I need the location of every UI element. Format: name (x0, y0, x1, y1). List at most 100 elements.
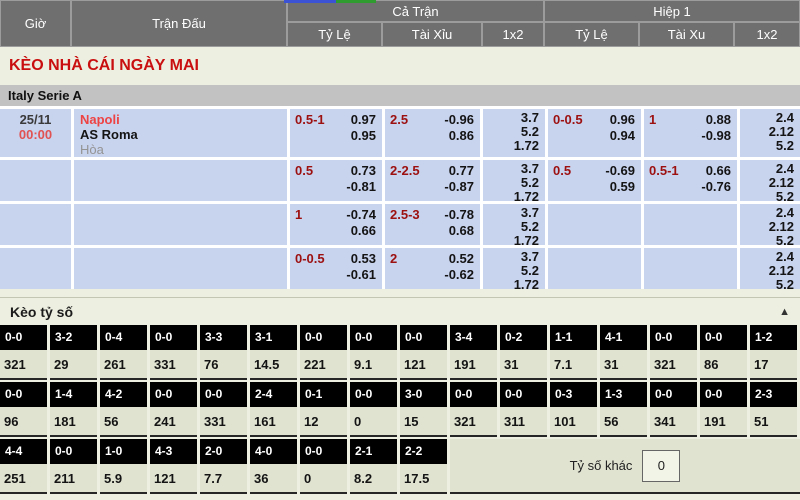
score-label[interactable]: 0-1 (300, 382, 347, 407)
ft-handicap-cell[interactable]: 1-0.740.66 (290, 204, 382, 245)
h1-1x2-cell[interactable]: 2.42.125.2 (740, 160, 800, 201)
score-odds[interactable]: 321 (650, 350, 697, 380)
h1-overunder-cell[interactable]: 0.5-10.66-0.76 (644, 160, 737, 201)
score-odds[interactable]: 241 (150, 407, 197, 437)
ft-handicap-cell[interactable]: 0.50.73-0.81 (290, 160, 382, 201)
ft-overunder-cell[interactable]: 20.52-0.62 (385, 248, 480, 289)
ft-handicap-cell[interactable]: 0.5-10.970.95 (290, 109, 382, 157)
score-label[interactable]: 3-2 (50, 325, 97, 350)
score-odds[interactable]: 29 (50, 350, 97, 380)
score-odds[interactable]: 8.2 (350, 464, 397, 494)
score-label[interactable]: 4-0 (250, 439, 297, 464)
score-odds[interactable]: 161 (250, 407, 297, 437)
score-label[interactable]: 4-2 (100, 382, 147, 407)
h1-handicap-cell[interactable]: 0-0.50.960.94 (548, 109, 641, 157)
score-odds[interactable]: 321 (450, 407, 497, 437)
score-odds[interactable]: 0 (350, 407, 397, 437)
score-label[interactable]: 0-0 (650, 382, 697, 407)
h1-1x2-cell[interactable]: 2.42.125.2 (740, 204, 800, 245)
score-odds[interactable]: 181 (50, 407, 97, 437)
score-odds[interactable]: 31 (500, 350, 547, 380)
score-odds[interactable]: 321 (0, 350, 47, 380)
ft-overunder-cell[interactable]: 2.5-0.960.86 (385, 109, 480, 157)
score-odds[interactable]: 17 (750, 350, 797, 380)
score-label[interactable]: 4-1 (600, 325, 647, 350)
score-label[interactable]: 3-0 (400, 382, 447, 407)
score-label[interactable]: 0-0 (700, 325, 747, 350)
score-label[interactable]: 0-0 (350, 382, 397, 407)
score-label[interactable]: 0-2 (500, 325, 547, 350)
ft-overunder-cell[interactable]: 2-2.50.77-0.87 (385, 160, 480, 201)
score-odds[interactable]: 51 (750, 407, 797, 437)
score-label[interactable]: 0-0 (0, 325, 47, 350)
score-odds[interactable]: 261 (100, 350, 147, 380)
ft-1x2-cell[interactable]: 3.75.21.72 (483, 160, 545, 201)
score-odds[interactable]: 7.7 (200, 464, 247, 494)
score-odds[interactable]: 101 (550, 407, 597, 437)
score-label[interactable]: 1-1 (550, 325, 597, 350)
score-label[interactable]: 2-1 (350, 439, 397, 464)
score-label[interactable]: 0-0 (700, 382, 747, 407)
score-odds[interactable]: 56 (600, 407, 647, 437)
h1-handicap-cell[interactable] (548, 248, 641, 289)
score-label[interactable]: 0-0 (50, 439, 97, 464)
ft-1x2-cell[interactable]: 3.75.21.72 (483, 204, 545, 245)
score-label[interactable]: 3-4 (450, 325, 497, 350)
score-label[interactable]: 3-3 (200, 325, 247, 350)
score-odds[interactable]: 9.1 (350, 350, 397, 380)
score-odds[interactable]: 341 (650, 407, 697, 437)
score-odds[interactable]: 31 (600, 350, 647, 380)
score-label[interactable]: 0-0 (450, 382, 497, 407)
score-odds[interactable]: 221 (300, 350, 347, 380)
score-odds[interactable]: 211 (50, 464, 97, 494)
h1-overunder-cell[interactable]: 10.88-0.98 (644, 109, 737, 157)
score-label[interactable]: 0-0 (150, 325, 197, 350)
score-odds[interactable]: 12 (300, 407, 347, 437)
score-odds[interactable]: 17.5 (400, 464, 447, 494)
score-label[interactable]: 2-0 (200, 439, 247, 464)
collapse-arrow-icon[interactable]: ▲ (779, 306, 790, 318)
h1-handicap-cell[interactable] (548, 204, 641, 245)
score-odds[interactable]: 15 (400, 407, 447, 437)
score-label[interactable]: 2-4 (250, 382, 297, 407)
score-label[interactable]: 4-4 (0, 439, 47, 464)
score-label[interactable]: 1-4 (50, 382, 97, 407)
score-label[interactable]: 0-0 (400, 325, 447, 350)
score-label[interactable]: 2-2 (400, 439, 447, 464)
score-odds[interactable]: 191 (450, 350, 497, 380)
score-odds[interactable]: 7.1 (550, 350, 597, 380)
score-odds[interactable]: 86 (700, 350, 747, 380)
h1-1x2-cell[interactable]: 2.42.125.2 (740, 109, 800, 157)
score-section-header[interactable]: Kèo tỷ số ▲ (0, 297, 800, 325)
ft-overunder-cell[interactable]: 2.5-3-0.780.68 (385, 204, 480, 245)
score-label[interactable]: 1-0 (100, 439, 147, 464)
score-odds[interactable]: 311 (500, 407, 547, 437)
score-label[interactable]: 0-0 (350, 325, 397, 350)
score-label[interactable]: 0-0 (500, 382, 547, 407)
h1-handicap-cell[interactable]: 0.5-0.690.59 (548, 160, 641, 201)
score-odds[interactable]: 0 (300, 464, 347, 494)
ft-1x2-cell[interactable]: 3.75.21.72 (483, 109, 545, 157)
score-label[interactable]: 0-4 (100, 325, 147, 350)
away-team[interactable]: AS Roma (80, 127, 287, 142)
score-label[interactable]: 4-3 (150, 439, 197, 464)
score-label[interactable]: 3-1 (250, 325, 297, 350)
score-label[interactable]: 0-0 (200, 382, 247, 407)
score-label[interactable]: 0-0 (0, 382, 47, 407)
score-label[interactable]: 1-2 (750, 325, 797, 350)
other-score-box[interactable]: 0 (642, 450, 680, 482)
score-odds[interactable]: 56 (100, 407, 147, 437)
score-odds[interactable]: 96 (0, 407, 47, 437)
score-odds[interactable]: 331 (200, 407, 247, 437)
score-odds[interactable]: 36 (250, 464, 297, 494)
score-label[interactable]: 2-3 (750, 382, 797, 407)
score-label[interactable]: 1-3 (600, 382, 647, 407)
h1-overunder-cell[interactable] (644, 248, 737, 289)
score-odds[interactable]: 121 (400, 350, 447, 380)
score-odds[interactable]: 251 (0, 464, 47, 494)
score-odds[interactable]: 5.9 (100, 464, 147, 494)
score-label[interactable]: 0-0 (150, 382, 197, 407)
ft-handicap-cell[interactable]: 0-0.50.53-0.61 (290, 248, 382, 289)
home-team[interactable]: Napoli (80, 112, 287, 127)
h1-overunder-cell[interactable] (644, 204, 737, 245)
